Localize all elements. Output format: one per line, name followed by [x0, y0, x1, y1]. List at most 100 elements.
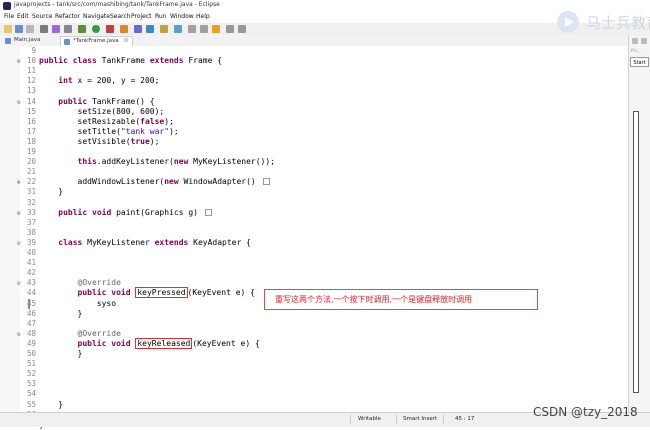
code-line[interactable]: 31 } [0, 187, 620, 197]
code-line[interactable]: 38 [0, 228, 620, 238]
line-number: 40 [26, 248, 36, 257]
java-file-icon [5, 38, 11, 44]
skip-icon[interactable] [64, 25, 72, 33]
toggle-mark-icon[interactable] [200, 25, 208, 33]
menu-window[interactable]: Window [170, 13, 194, 20]
code-line[interactable]: 40 [0, 248, 620, 258]
menu-file[interactable]: File [4, 13, 14, 20]
code-token: } [39, 399, 64, 409]
run-config-icon[interactable] [106, 25, 114, 33]
line-number: 47 [26, 318, 36, 328]
code-token: paint(Graphics g) [111, 207, 203, 217]
line-number: 15 [26, 106, 36, 116]
code-line[interactable]: ⊖ 39 class MyKeyListener extends KeyAdapt… [0, 238, 620, 248]
line-number: 14 [26, 96, 36, 106]
new-package-icon[interactable] [134, 25, 142, 33]
pin-icon[interactable] [212, 25, 220, 33]
code-text: this.addKeyListener(new MyKeyListener())… [39, 157, 275, 167]
line-number: 19 [26, 147, 36, 156]
code-text: syso [39, 299, 116, 309]
maximize-icon[interactable] [641, 38, 647, 44]
menu-edit[interactable]: Edit [17, 13, 29, 20]
start-button[interactable]: Start [630, 57, 649, 67]
code-line[interactable]: ⊕ 22 addWindowListener(new WindowAdapter(… [0, 177, 620, 187]
code-line[interactable]: 12 int x = 200, y = 200; [0, 76, 620, 86]
line-number: 46 [26, 308, 36, 318]
line-number: 49 [26, 338, 36, 348]
code-line[interactable]: 49 public void keyReleased (KeyEvent e) { [0, 337, 620, 349]
line-number: 20 [26, 157, 36, 167]
code-line[interactable]: 15 setSize(800, 600); [0, 107, 620, 117]
forward-icon[interactable] [238, 25, 246, 33]
line-number: 13 [26, 86, 36, 96]
code-line[interactable]: 21 [0, 167, 620, 177]
search-icon[interactable] [174, 25, 182, 33]
tab-main-java[interactable]: Main.java [2, 36, 44, 45]
code-line[interactable]: 9 [0, 46, 620, 56]
code-line[interactable]: ⊕ 10 public class TankFrame extends Frame … [0, 56, 620, 66]
back-icon[interactable] [226, 25, 234, 33]
code-line[interactable]: 20 this.addKeyListener(new MyKeyListener… [0, 157, 620, 167]
line-number: 41 [26, 258, 36, 268]
keyword-token: public [58, 207, 88, 217]
code-text: @Override [39, 329, 121, 339]
save-all-icon[interactable] [26, 25, 34, 33]
keyword-token: new [173, 157, 189, 167]
vertical-scrollbar[interactable] [633, 111, 639, 393]
code-line[interactable]: 51 [0, 359, 620, 369]
code-line[interactable]: 46 } [0, 309, 620, 319]
watermark-logo-icon [557, 11, 579, 33]
code-line[interactable]: 37 [0, 218, 620, 228]
print-icon[interactable] [40, 25, 48, 33]
code-line[interactable]: 19 [0, 147, 620, 157]
code-line[interactable]: ⊖ 43 @Override [0, 278, 620, 288]
code-line[interactable]: 16 setResizable(false); [0, 117, 620, 127]
code-token: } [39, 308, 83, 318]
code-line[interactable]: 17 setTitle("tank war"); [0, 127, 620, 137]
open-type-icon[interactable] [160, 25, 168, 33]
code-line[interactable]: 52 [0, 369, 620, 379]
code-line[interactable]: 41 [0, 258, 620, 268]
menu-project[interactable]: Project [131, 13, 152, 20]
external-tools-icon[interactable] [120, 25, 128, 33]
code-text: setResizable(false); [39, 117, 174, 127]
bug-icon[interactable] [78, 25, 86, 33]
code-line[interactable]: 55 } [0, 400, 620, 410]
code-line[interactable]: 50 } [0, 349, 620, 359]
tab-tankframe-java[interactable]: *TankFrame.java ☒ [60, 36, 134, 46]
code-token: setTitle( [39, 126, 121, 136]
code-line[interactable]: 42 [0, 268, 620, 278]
menu-navigate[interactable]: Navigate [83, 13, 110, 20]
code-line[interactable]: 13 [0, 86, 620, 96]
code-line[interactable]: 54 [0, 389, 620, 399]
code-editor[interactable]: 9 ⊕ 10 public class TankFrame extends Frame… [0, 46, 628, 429]
line-number: 22 [26, 177, 36, 187]
menu-refactor[interactable]: Refactor [55, 13, 80, 20]
code-line[interactable]: 32 [0, 198, 620, 208]
debug-icon[interactable] [52, 25, 60, 33]
menu-run[interactable]: Run [155, 13, 167, 20]
run-icon[interactable] [92, 25, 100, 33]
menu-search[interactable]: Search [110, 13, 131, 20]
code-line[interactable]: 18 setVisible(true); [0, 137, 620, 147]
code-line[interactable]: 53 [0, 379, 620, 389]
code-line[interactable]: ⊕ 33 public void paint(Graphics g) [0, 208, 620, 218]
line-number: 39 [26, 237, 36, 247]
menu-source[interactable]: Source [32, 13, 53, 20]
save-icon[interactable] [15, 25, 23, 33]
code-line[interactable]: ⊖ 48 @Override [0, 329, 620, 339]
code-token: setSize(800, 600); [39, 106, 165, 116]
minimize-icon[interactable] [632, 38, 638, 44]
annotation-icon[interactable] [188, 25, 196, 33]
new-class-icon[interactable] [146, 25, 154, 33]
line-number: 12 [26, 76, 36, 86]
code-text: } [39, 349, 83, 359]
code-line[interactable]: 47 [0, 319, 620, 329]
code-line[interactable]: 11 [0, 66, 620, 76]
new-icon[interactable] [4, 25, 12, 33]
menu-help[interactable]: Help [196, 13, 210, 20]
close-tab-icon[interactable]: ☒ [123, 38, 128, 44]
code-line[interactable]: ⊖ 14 public TankFrame() { [0, 97, 620, 107]
